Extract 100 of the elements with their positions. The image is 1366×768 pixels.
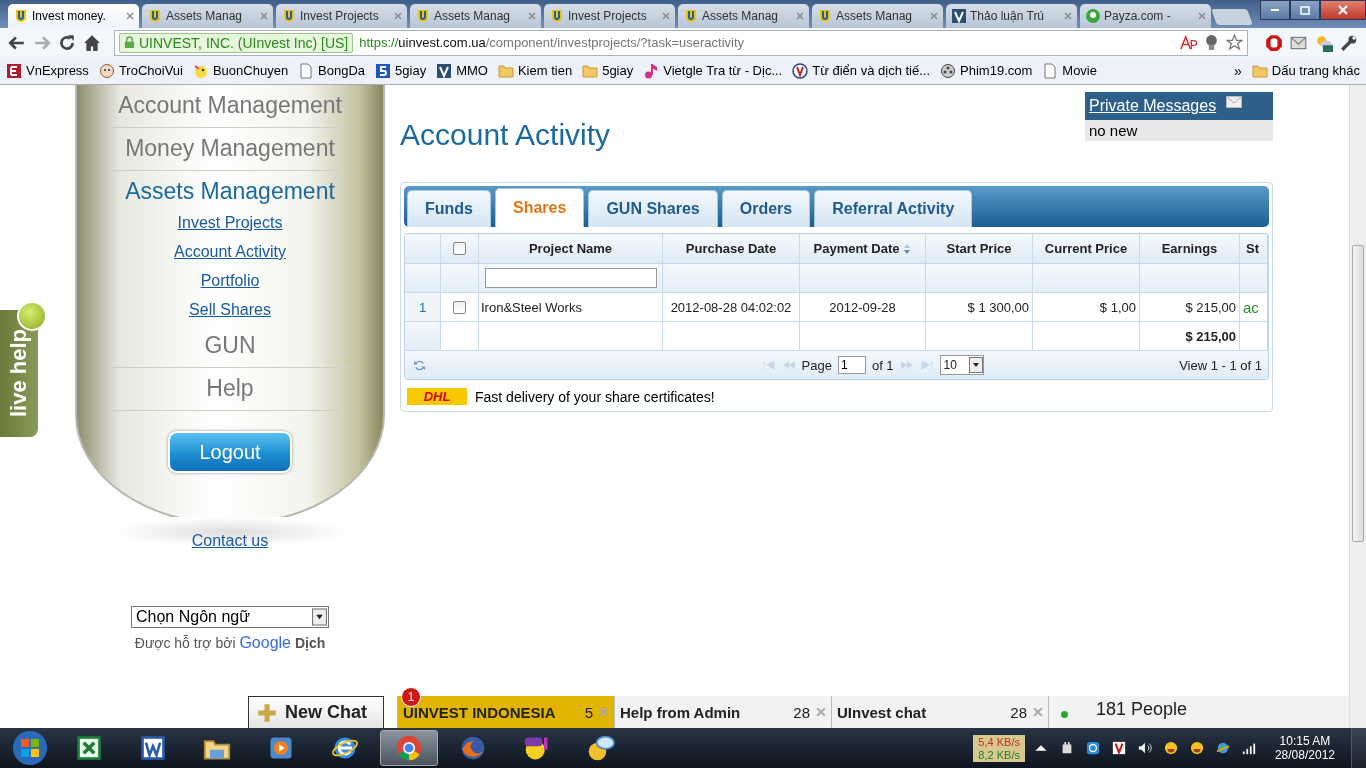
reload-icon[interactable] — [58, 33, 76, 52]
bookmark[interactable]: Kiem tien — [497, 62, 573, 79]
checkbox[interactable] — [453, 300, 466, 314]
chat-room-tab[interactable]: UInvest chat 28 — [831, 696, 1048, 728]
language-select[interactable]: Chọn Ngôn ngữ — [131, 606, 329, 628]
bookmark[interactable]: Từ điển và dịch tiế... — [792, 62, 931, 79]
menu-item[interactable]: Account Management — [107, 85, 353, 128]
browser-tab[interactable]: Assets Manag — [410, 4, 541, 28]
tab[interactable]: Referral Activity — [814, 190, 973, 227]
star-icon[interactable] — [1226, 34, 1243, 51]
minimize-button[interactable] — [1260, 0, 1290, 20]
bookmark[interactable]: Movie — [1042, 62, 1097, 79]
bookmark[interactable]: Phim19.com — [940, 62, 1033, 79]
bulb-icon[interactable] — [1203, 34, 1220, 51]
bookmark[interactable]: MMO — [436, 62, 488, 79]
column-header[interactable]: Project Name — [479, 234, 663, 263]
ap-icon[interactable] — [1180, 34, 1197, 51]
weather-icon[interactable] — [1315, 33, 1333, 52]
chat-room-tab[interactable]: Help from Admin 28 — [614, 696, 831, 728]
maximize-button[interactable] — [1290, 0, 1320, 20]
browser-tab[interactable]: Thảo luận Trú — [946, 4, 1077, 28]
submenu-link[interactable]: Portfolio — [200, 267, 260, 296]
bookmark[interactable]: VnExpress — [6, 62, 89, 79]
page-size-select[interactable]: 10 — [939, 355, 984, 375]
shield-icon — [281, 8, 297, 24]
bookmark[interactable]: 5giay — [375, 62, 427, 79]
menu-item[interactable]: Money Management — [107, 128, 353, 171]
live-help-tab[interactable]: live help — [0, 310, 38, 437]
bookmark[interactable]: 5giay — [582, 62, 634, 79]
logout-button[interactable]: Logout — [168, 431, 292, 473]
smiley-icon[interactable] — [1163, 741, 1178, 755]
table-cell: $ 215,00 — [1140, 293, 1240, 321]
shield-icon — [415, 8, 431, 24]
column-header[interactable]: Purchase Date — [663, 234, 800, 263]
shield-icon — [13, 8, 29, 24]
globe-icon[interactable] — [1215, 741, 1230, 755]
column-header[interactable]: St — [1240, 234, 1268, 263]
sync-icon[interactable] — [1085, 741, 1100, 755]
column-header[interactable]: Earnings — [1140, 234, 1240, 263]
column-header[interactable]: Start Price — [926, 234, 1033, 263]
submenu-link[interactable]: Account Activity — [173, 238, 286, 267]
new-tab-button[interactable] — [1211, 9, 1253, 25]
page-icon — [298, 62, 315, 79]
signal-icon[interactable] — [1241, 741, 1256, 755]
sort-icon[interactable] — [903, 242, 912, 255]
private-messages-link[interactable]: Private Messages — [1089, 97, 1217, 115]
bookmark[interactable]: BuonChuyen — [192, 62, 289, 79]
bookmark[interactable]: Vietgle Tra từ - Dịc... — [643, 62, 783, 79]
smiley-icon[interactable] — [1189, 741, 1204, 755]
volume-icon[interactable] — [1137, 741, 1152, 755]
bookmark[interactable]: BongDa — [298, 62, 366, 79]
page-label: Page — [801, 357, 832, 373]
tab[interactable]: Funds — [407, 190, 491, 227]
page-count: of 1 — [871, 357, 894, 373]
menu-item[interactable]: Assets Management — [107, 171, 353, 209]
close-icon — [1338, 5, 1348, 15]
browser-tab[interactable]: Assets Manag — [142, 4, 273, 28]
menu-item[interactable]: Help — [107, 368, 353, 411]
page-number-field[interactable]: 1 — [837, 356, 866, 374]
browser-tab[interactable]: Payza.com - — [1080, 4, 1211, 28]
close-button[interactable] — [1320, 0, 1366, 20]
contact-link[interactable]: Contact us — [191, 532, 269, 550]
plus-icon — [257, 702, 277, 723]
wrench-icon[interactable] — [1340, 33, 1358, 52]
url-text: https://uinvest.com.ua/component/investprojects/?task=useractivity — [359, 35, 746, 50]
column-header[interactable]: Payment Date — [800, 234, 926, 263]
shield-icon — [549, 8, 565, 24]
address-bar[interactable]: UINVEST, INC. (UInvest Inc) [US] https://uinvest.com.ua/component/investprojects/?task=useractivity — [114, 29, 1248, 56]
v-shield-icon[interactable] — [1111, 741, 1126, 755]
more-bookmarks-button[interactable]: » — [1234, 62, 1242, 79]
submenu-link[interactable]: Sell Shares — [189, 296, 271, 325]
scrollbar[interactable] — [1349, 85, 1366, 728]
column-header[interactable]: Current Price — [1033, 234, 1140, 263]
submenu-link[interactable]: Invest Projects — [177, 209, 283, 238]
bookmark-folder[interactable]: Dấu trang khác — [1251, 62, 1360, 79]
new-chat-button[interactable]: New Chat — [248, 696, 384, 728]
stop-sign-icon[interactable] — [1265, 33, 1283, 52]
page-heading: Account Activity — [400, 118, 611, 152]
table-cell: $ 1,00 — [1033, 293, 1140, 321]
browser-tab[interactable]: Assets Manag — [812, 4, 943, 28]
record-count: View 1 - 1 of 1 — [1179, 357, 1262, 373]
shield-icon — [147, 8, 163, 24]
browser-tab[interactable]: Invest Projects — [544, 4, 675, 28]
browser-icon — [395, 734, 423, 762]
home-icon[interactable] — [83, 33, 101, 52]
checkbox[interactable] — [453, 242, 466, 255]
close-icon[interactable] — [126, 12, 134, 20]
browser-tab[interactable]: Invest money. — [8, 4, 139, 28]
refresh-icon[interactable] — [413, 358, 426, 372]
site-identity-badge[interactable]: UINVEST, INC. (UInvest Inc) [US] — [119, 32, 354, 53]
leaf-icon — [1085, 8, 1101, 24]
browser-tab[interactable]: Invest Projects — [276, 4, 407, 28]
browser-tab[interactable]: Assets Manag — [678, 4, 809, 28]
tab[interactable]: Orders — [721, 190, 811, 227]
tab[interactable]: GUN Shares — [588, 190, 718, 227]
bookmark[interactable]: TroChoiVui — [98, 62, 183, 79]
start-button[interactable] — [12, 730, 48, 766]
menu-item[interactable]: GUN — [107, 325, 353, 368]
clock[interactable]: 10:15 AM 28/08/2012 — [1264, 734, 1345, 762]
filter-field[interactable] — [484, 268, 657, 288]
